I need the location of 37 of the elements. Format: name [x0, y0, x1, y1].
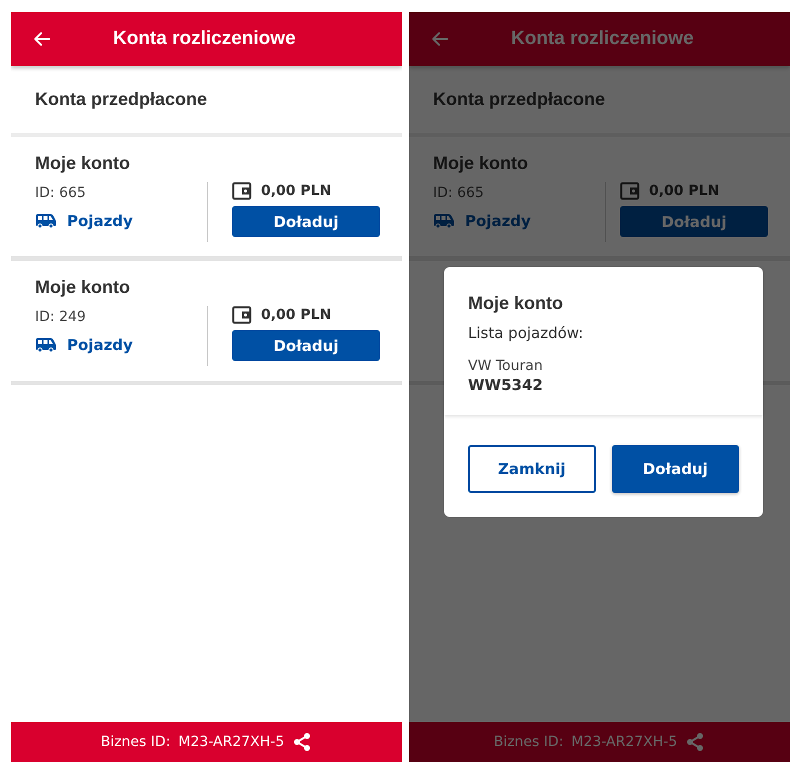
top-up-button[interactable]: Doładuj: [612, 445, 739, 493]
wallet-icon: [620, 182, 640, 200]
share-icon[interactable]: [292, 732, 312, 752]
account-balance: 0,00 PLN: [649, 183, 720, 199]
section-title: Konta przedpłacone: [433, 89, 606, 110]
back-arrow-icon[interactable]: [33, 30, 51, 48]
business-id-value: M23-AR27XH-5: [571, 734, 678, 750]
close-button[interactable]: Zamknij: [468, 445, 596, 493]
account-name: Moje konto: [433, 153, 529, 174]
share-icon[interactable]: [685, 732, 706, 752]
vehicle-plate: WW5342: [468, 376, 544, 394]
van-icon: [35, 338, 57, 352]
back-arrow-icon[interactable]: [431, 30, 449, 48]
account-name: Moje konto: [35, 277, 131, 298]
account-balance: 0,00 PLN: [261, 307, 332, 323]
wallet-icon: [232, 182, 252, 200]
account-name: Moje konto: [35, 153, 131, 174]
van-icon: [433, 214, 455, 228]
screen-title: Konta rozliczeniowe: [511, 28, 694, 50]
business-id-value: M23-AR27XH-5: [178, 734, 284, 750]
vehicles-link[interactable]: Pojazdy: [35, 212, 207, 230]
dialog-subtitle: Lista pojazdów:: [468, 324, 584, 342]
account-id: ID: 665: [35, 185, 87, 201]
account-balance: 0,00 PLN: [261, 183, 332, 199]
dialog-title: Moje konto: [468, 293, 564, 314]
vehicles-link[interactable]: Pojazdy: [35, 336, 207, 354]
screen-title: Konta rozliczeniowe: [113, 28, 296, 50]
section-title: Konta przedpłacone: [35, 89, 208, 110]
account-id: ID: 665: [433, 185, 485, 201]
wallet-icon: [232, 306, 252, 324]
vehicle-model: VW Touran: [468, 358, 544, 374]
business-id-label: Biznes ID:: [494, 734, 564, 750]
top-up-button[interactable]: Doładuj: [232, 206, 380, 237]
top-up-button[interactable]: Doładuj: [232, 330, 380, 361]
business-id-label: Biznes ID:: [100, 734, 170, 750]
account-id: ID: 249: [35, 309, 87, 325]
van-icon: [35, 214, 57, 228]
